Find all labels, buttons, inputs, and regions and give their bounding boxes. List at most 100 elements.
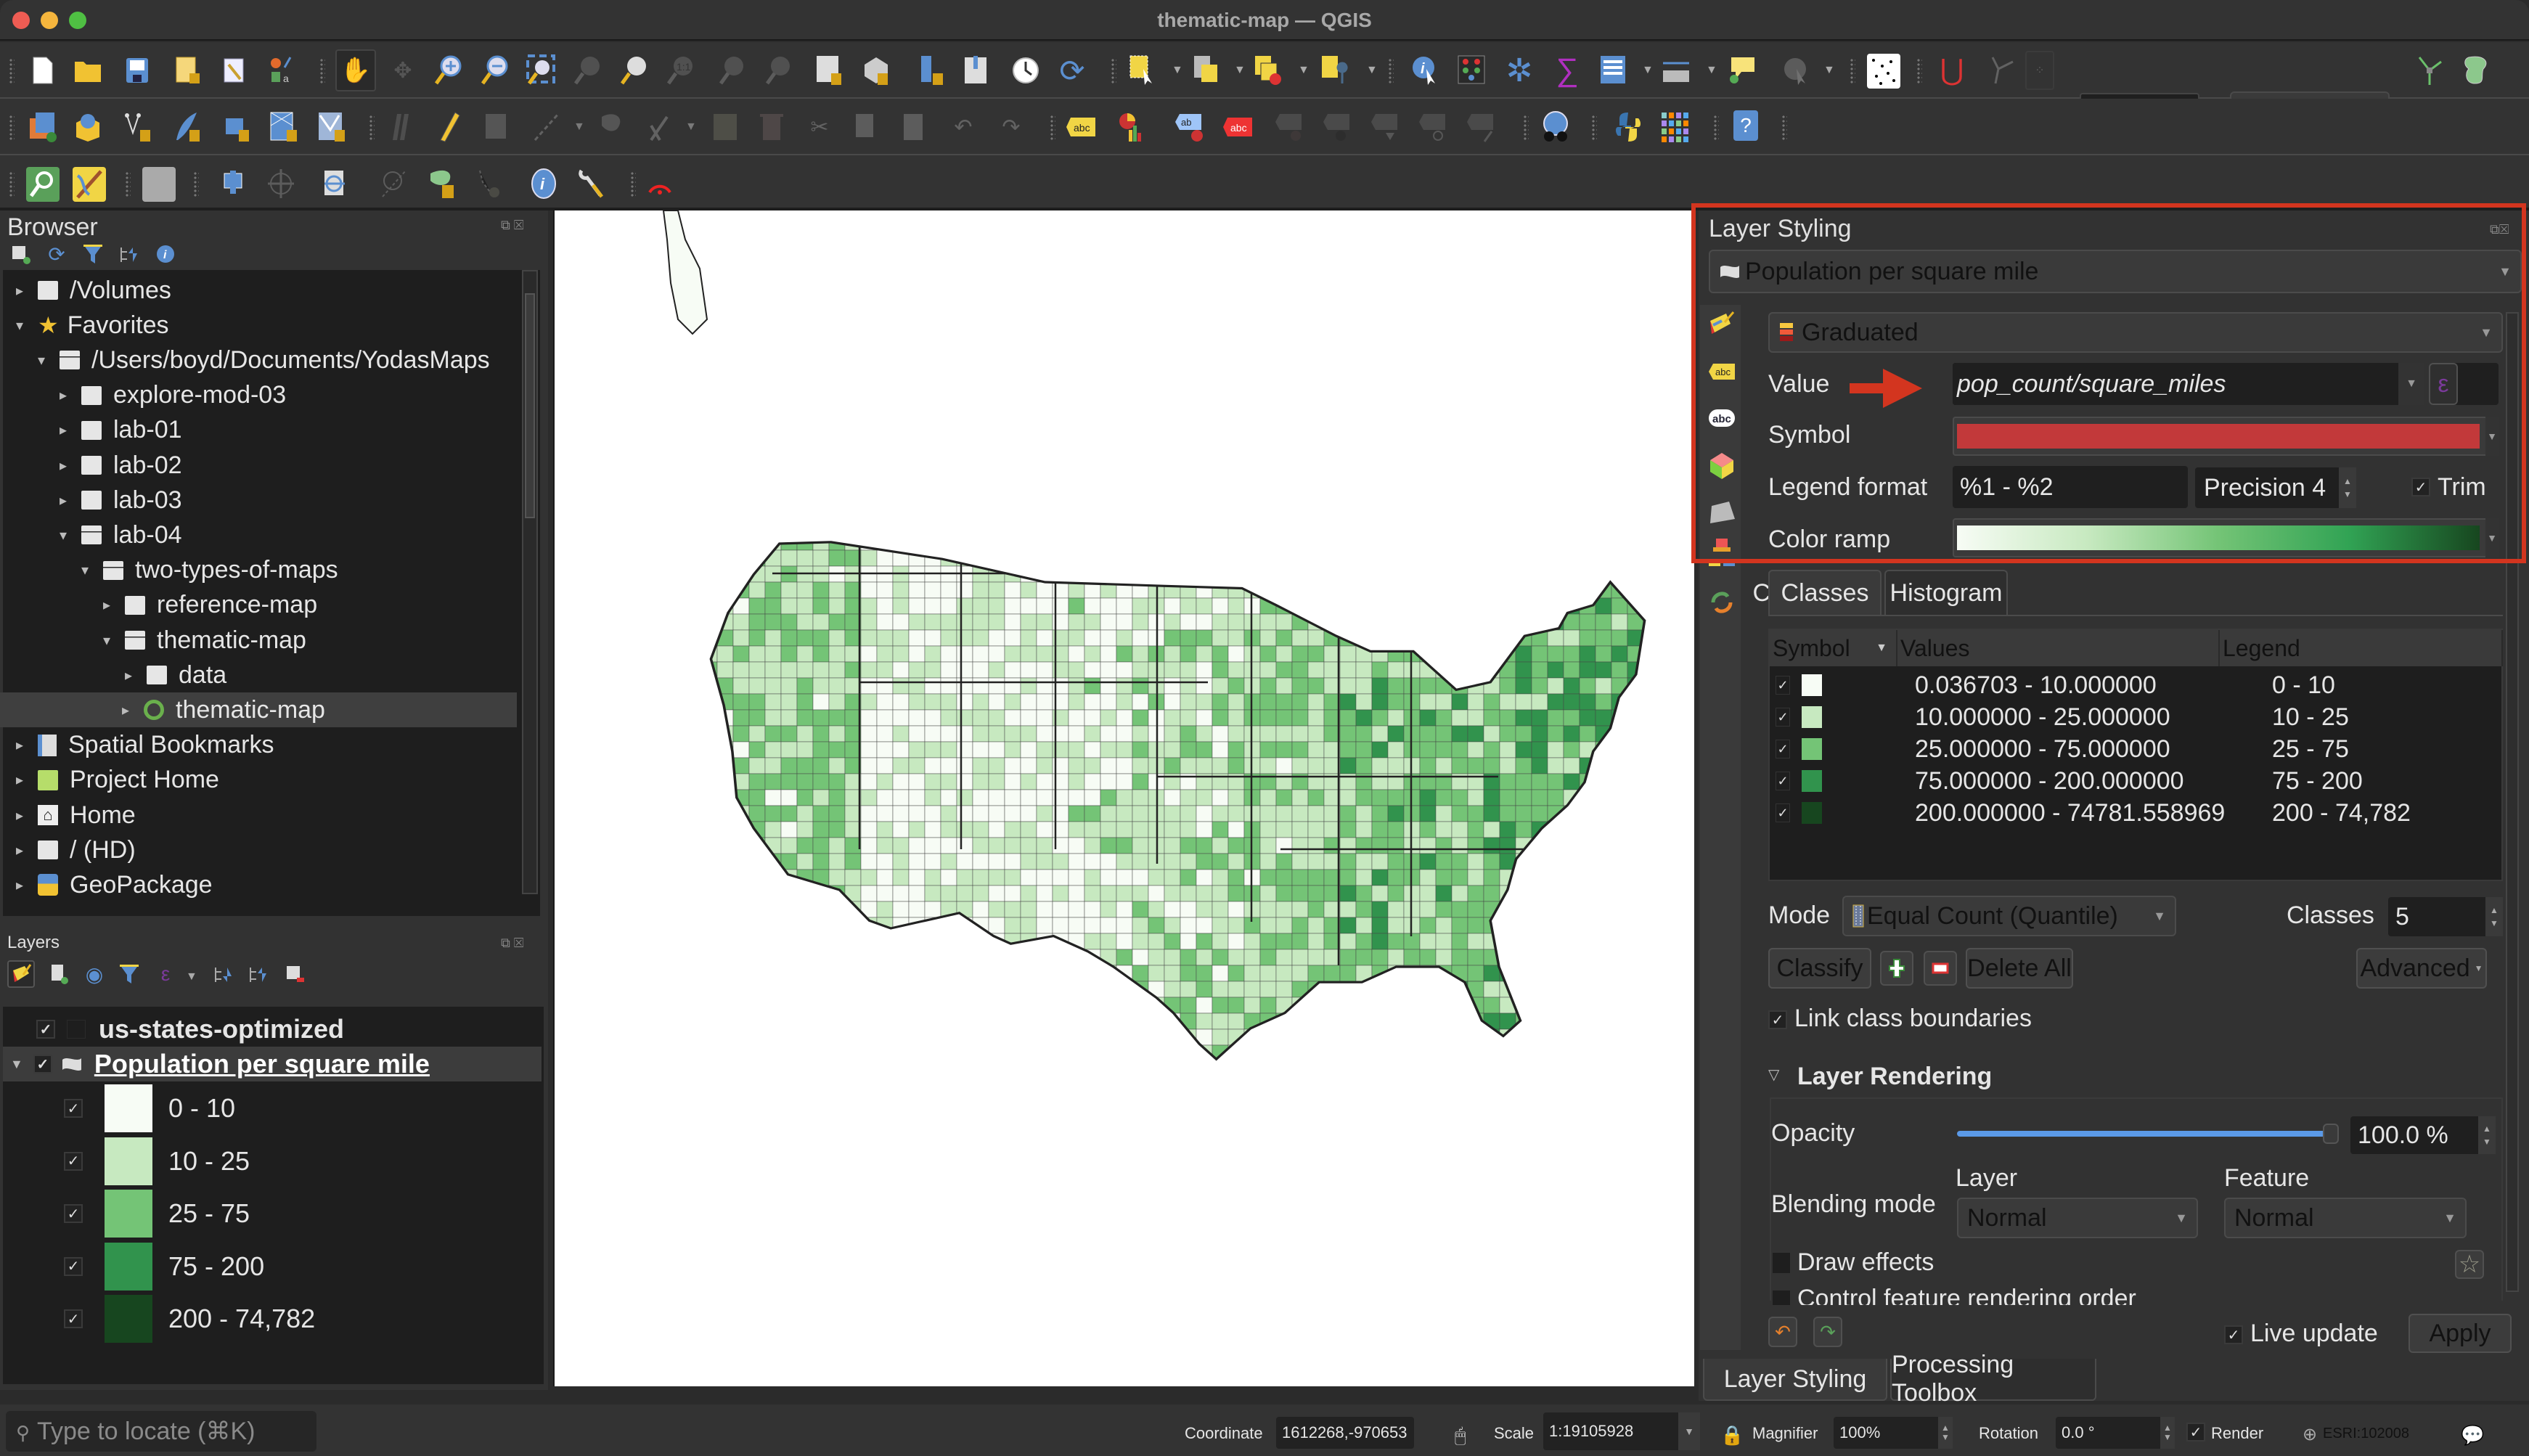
scale-combo[interactable]: 1:19105928 ▼ <box>1543 1412 1700 1450</box>
expand-triangle-icon[interactable]: ▸ <box>55 421 71 439</box>
delete-class-button[interactable] <box>1924 951 1957 986</box>
identify-info-icon[interactable]: i <box>527 167 560 200</box>
toolbar-grip[interactable] <box>9 58 15 84</box>
locator-search-input[interactable]: ⚲Type to locate (⌘K) <box>6 1411 316 1452</box>
col-legend-header[interactable]: Legend <box>2220 630 2503 666</box>
toolbar-grip[interactable] <box>1388 58 1394 84</box>
magnifier-spinner[interactable]: ▲ ▼ <box>1938 1417 1953 1449</box>
class-values[interactable]: 10.000000 - 25.000000 <box>1915 703 2170 732</box>
new-spatialite-icon[interactable] <box>170 110 203 144</box>
opacity-slider-handle[interactable] <box>2323 1124 2339 1144</box>
expand-triangle-icon[interactable]: ▸ <box>55 386 71 404</box>
deselect-dropdown-icon[interactable]: ▼ <box>1298 64 1310 77</box>
class-checkbox[interactable]: ✓ <box>1776 803 1790 822</box>
classes-table[interactable]: Symbol ▼ Values Legend ✓ 0.036703 - 10.000… <box>1768 629 2503 881</box>
new-print-layout-icon[interactable] <box>171 54 205 87</box>
layer-select[interactable]: Population per square mile ▼ <box>1709 250 2522 293</box>
class-row[interactable]: ✓ 0.036703 - 10.000000 0 - 10 <box>1770 669 2503 701</box>
undo-style-button[interactable]: ↶ <box>1768 1317 1797 1347</box>
legend-class-item[interactable]: ✓ 200 - 74,782 <box>64 1293 315 1344</box>
select-dropdown-icon[interactable]: ▼ <box>1172 64 1183 77</box>
class-symbol-swatch[interactable] <box>1802 706 1822 728</box>
modify-attributes-icon[interactable] <box>708 110 742 144</box>
style-manager-icon[interactable]: a <box>264 54 298 87</box>
masks-tab-icon[interactable]: abc <box>1706 402 1738 434</box>
pan-map-icon[interactable]: ✋ <box>335 49 376 91</box>
expand-triangle-icon[interactable]: ▸ <box>118 701 134 719</box>
color-ramp-dropdown-icon[interactable]: ▼ <box>2485 518 2499 557</box>
labels-tab-icon[interactable]: abc <box>1706 356 1738 388</box>
browser-item[interactable]: ▸ lab-03 <box>3 483 182 518</box>
precision-spinner[interactable]: ▲ ▼ <box>2339 467 2356 508</box>
action-dropdown-icon[interactable]: ▼ <box>1823 64 1835 77</box>
vertex-tool-icon[interactable] <box>643 110 677 144</box>
add-ring-icon[interactable] <box>218 167 251 200</box>
toolbar-grip[interactable] <box>1781 115 1787 141</box>
data-source-manager-icon[interactable] <box>26 110 60 144</box>
browser-item[interactable]: ▾ thematic-map <box>3 623 306 658</box>
vertex-dropdown-icon[interactable]: ▼ <box>685 120 697 134</box>
legend-class-checkbox[interactable]: ✓ <box>64 1151 83 1171</box>
coordinate-field[interactable]: 1612268,-970653 <box>1276 1417 1414 1449</box>
expand-triangle-icon[interactable]: ▸ <box>12 771 28 789</box>
expression-dropdown-icon[interactable]: ▼ <box>186 970 197 983</box>
legend-class-item[interactable]: ✓ 75 - 200 <box>64 1241 264 1292</box>
class-legend[interactable]: 0 - 10 <box>2272 671 2335 700</box>
layer-visibility-checkbox[interactable]: ✓ <box>33 1055 52 1073</box>
browser-item[interactable]: ▾/Users/boyd/Documents/YodasMaps <box>3 343 490 377</box>
lock-scale-icon[interactable]: 🔒 <box>1720 1424 1744 1447</box>
filter-legend-icon[interactable] <box>116 960 142 988</box>
class-values[interactable]: 0.036703 - 10.000000 <box>1915 671 2157 700</box>
new-shapefile-icon[interactable] <box>120 110 154 144</box>
live-update-checkbox[interactable]: ✓ <box>2224 1325 2243 1344</box>
expression-builder-button[interactable]: ε <box>2429 363 2458 405</box>
browser-dock-buttons[interactable]: ⧉ ☒ <box>501 218 537 235</box>
zoom-in-icon[interactable] <box>431 54 465 87</box>
help-icon[interactable]: ? <box>1733 110 1758 141</box>
magnifier-input[interactable]: 100% ▲ ▼ <box>1834 1417 1953 1449</box>
save-edits-icon[interactable] <box>481 110 514 144</box>
class-row[interactable]: ✓ 25.000000 - 75.000000 25 - 75 <box>1770 733 2503 765</box>
layer-population-per-square-mile[interactable]: ▼ ✓ Population per square mile <box>3 1047 542 1081</box>
topological-editing-icon[interactable] <box>1986 54 2019 87</box>
collapse-all-icon[interactable] <box>116 241 142 267</box>
classify-button[interactable]: Classify <box>1768 948 1871 989</box>
class-row[interactable]: ✓ 10.000000 - 25.000000 10 - 25 <box>1770 701 2503 733</box>
select-by-location-icon[interactable] <box>1318 54 1352 87</box>
zoom-full-icon[interactable] <box>524 54 557 87</box>
opacity-slider[interactable] <box>1957 1131 2333 1137</box>
new-mesh-layer-icon[interactable] <box>315 110 348 144</box>
draw-effects-star-button[interactable]: ☆ <box>2455 1250 2484 1279</box>
pin-labels-icon[interactable]: ab <box>1173 110 1206 144</box>
collapse-triangle-icon[interactable]: ▾ <box>33 351 49 369</box>
browser-item[interactable]: ▸ data <box>3 658 226 692</box>
select-value-dropdown-icon[interactable]: ▼ <box>1234 64 1246 77</box>
legend-format-input[interactable]: %1 - %2 <box>1953 466 2188 508</box>
styling-scrollbar[interactable] <box>2506 312 2519 1292</box>
refresh-icon[interactable]: ⟳ <box>1055 54 1089 88</box>
filter-by-expression-icon[interactable]: ε <box>152 960 179 988</box>
zoom-last-icon[interactable] <box>716 54 749 87</box>
toolbar-grip[interactable] <box>125 171 131 197</box>
copy-features-icon[interactable] <box>849 110 883 144</box>
identify-features-icon[interactable]: i <box>1408 54 1442 87</box>
add-line-feature-icon[interactable] <box>530 110 563 144</box>
add-selected-layers-icon[interactable] <box>7 241 33 267</box>
browser-item[interactable]: ▸ Spatial Bookmarks <box>3 728 274 763</box>
toolbar-grip[interactable] <box>1523 115 1529 141</box>
open-project-icon[interactable] <box>71 54 105 87</box>
browser-scrollbar[interactable] <box>522 270 538 894</box>
pan-to-selection-icon[interactable]: ✥ <box>386 54 420 87</box>
add-class-button[interactable] <box>1880 951 1913 986</box>
filter-browser-icon[interactable] <box>80 241 106 267</box>
crs-globe-icon[interactable]: ⊕ <box>2303 1424 2317 1445</box>
snapping-grid-icon[interactable] <box>1867 54 1900 89</box>
browser-item[interactable]: ▸ lab-02 <box>3 448 182 483</box>
toolbar-grip[interactable] <box>630 171 636 197</box>
class-row[interactable]: ✓ 200.000000 - 74781.558969 200 - 74,782 <box>1770 797 2503 829</box>
zoom-out-icon[interactable] <box>478 54 511 87</box>
current-edits-icon[interactable] <box>385 110 418 144</box>
class-legend[interactable]: 200 - 74,782 <box>2272 799 2411 827</box>
collapse-triangle-icon[interactable]: ▽ <box>1768 1066 1779 1084</box>
fill-ring-icon[interactable] <box>425 167 459 200</box>
